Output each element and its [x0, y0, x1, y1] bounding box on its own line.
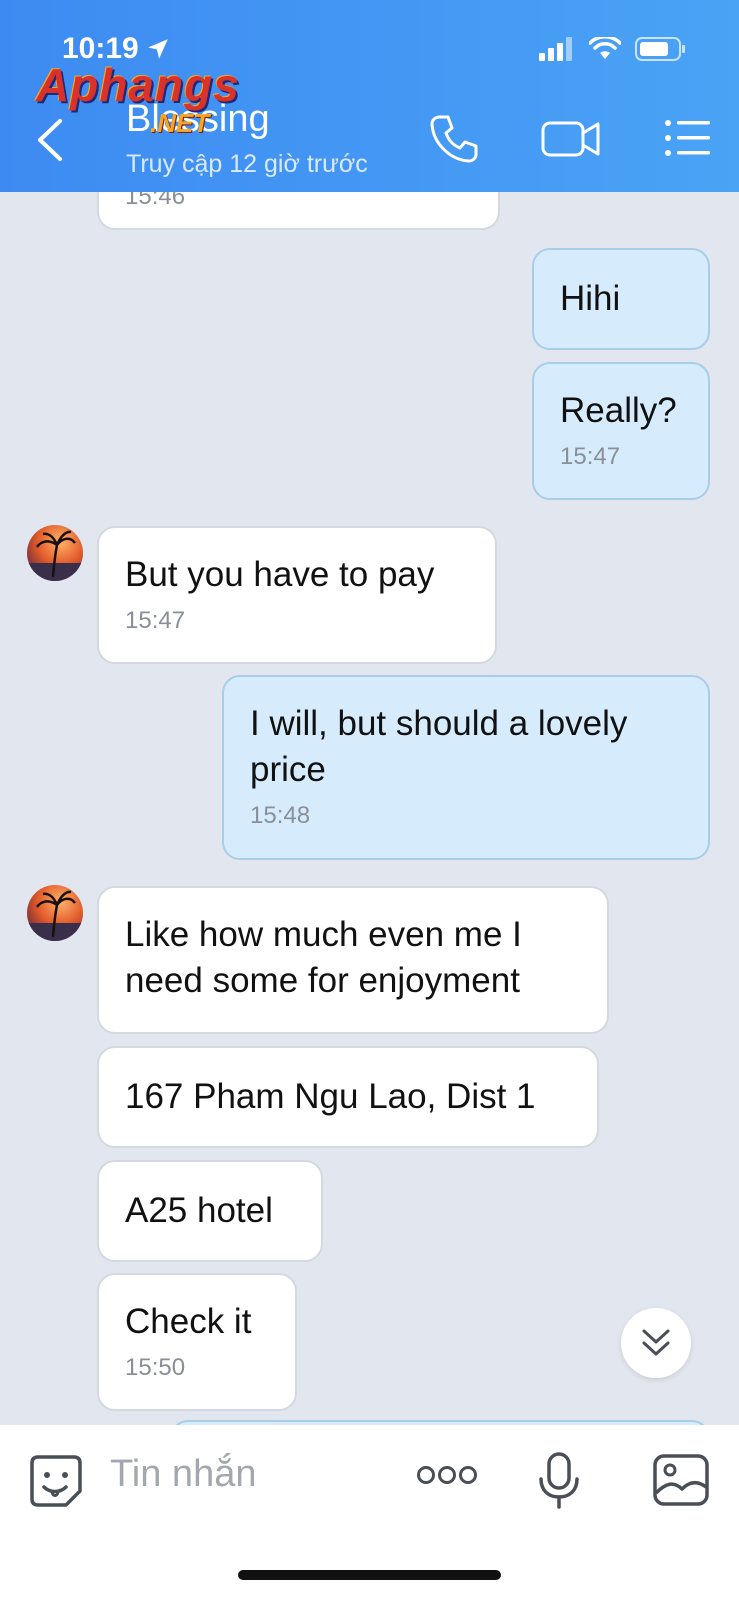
status-indicators: [539, 36, 687, 62]
message-text: Like how much even me I need some for en…: [125, 915, 522, 1000]
message-bubble-incoming[interactable]: Check it 15:50: [97, 1273, 297, 1411]
message-input[interactable]: Tin nhắn: [110, 1453, 256, 1496]
more-options-icon[interactable]: [416, 1463, 478, 1487]
chat-header: 10:19 Blessing Truy cập 12 giờ trước Aph…: [0, 0, 739, 192]
home-indicator: [238, 1570, 501, 1580]
message-bubble-incoming[interactable]: A25 hotel: [97, 1160, 323, 1262]
double-chevron-down-icon: [642, 1329, 670, 1356]
message-text: A25 hotel: [125, 1191, 273, 1230]
video-call-icon[interactable]: [540, 113, 602, 165]
message-bubble-incoming[interactable]: 15:46: [97, 192, 500, 230]
back-arrow-icon[interactable]: [30, 115, 70, 165]
menu-list-icon[interactable]: [664, 118, 712, 158]
message-list[interactable]: 15:46 Hihi Really? 15:47 But you have to…: [0, 192, 739, 1425]
watermark-logo: Aphangs: [36, 59, 240, 111]
message-text: I will, but should a lovely price: [250, 704, 628, 789]
message-time: 15:46: [125, 192, 186, 210]
palm-tree-avatar-icon: [27, 890, 83, 941]
message-bubble-outgoing[interactable]: I will, but should a lovely price 15:48: [222, 675, 710, 860]
contact-avatar[interactable]: [27, 525, 83, 581]
image-gallery-icon[interactable]: [652, 1453, 710, 1507]
message-bubble-outgoing[interactable]: Hihi: [532, 248, 710, 350]
last-seen-status: Truy cập 12 giờ trước: [126, 150, 368, 178]
sticker-emoji-icon[interactable]: [28, 1453, 84, 1509]
microphone-icon[interactable]: [537, 1451, 581, 1511]
palm-tree-avatar-icon: [27, 530, 83, 581]
message-time: 15:48: [250, 802, 311, 829]
message-time: 15:47: [125, 607, 186, 634]
message-bubble-incoming[interactable]: 167 Pham Ngu Lao, Dist 1: [97, 1046, 599, 1148]
message-text: Check it: [125, 1302, 252, 1341]
message-text: 167 Pham Ngu Lao, Dist 1: [125, 1077, 536, 1116]
wifi-icon: [589, 37, 621, 59]
message-text: Really?: [560, 391, 677, 430]
message-bubble-outgoing[interactable]: Really? 15:47: [532, 362, 710, 500]
battery-icon: [635, 37, 685, 61]
message-text: But you have to pay: [125, 555, 435, 594]
message-text: Hihi: [560, 279, 621, 318]
message-time: 15:47: [560, 443, 621, 470]
message-bubble-incoming[interactable]: But you have to pay 15:47: [97, 526, 497, 664]
message-time: 15:50: [125, 1354, 186, 1381]
message-bubble-incoming[interactable]: Like how much even me I need some for en…: [97, 886, 609, 1034]
signal-icon: [539, 37, 572, 61]
scroll-to-bottom-button[interactable]: [621, 1308, 691, 1378]
watermark-suffix: .NET: [150, 108, 210, 138]
message-composer: Tin nhắn: [0, 1425, 739, 1600]
contact-avatar[interactable]: [27, 885, 83, 941]
phone-icon[interactable]: [428, 113, 480, 165]
